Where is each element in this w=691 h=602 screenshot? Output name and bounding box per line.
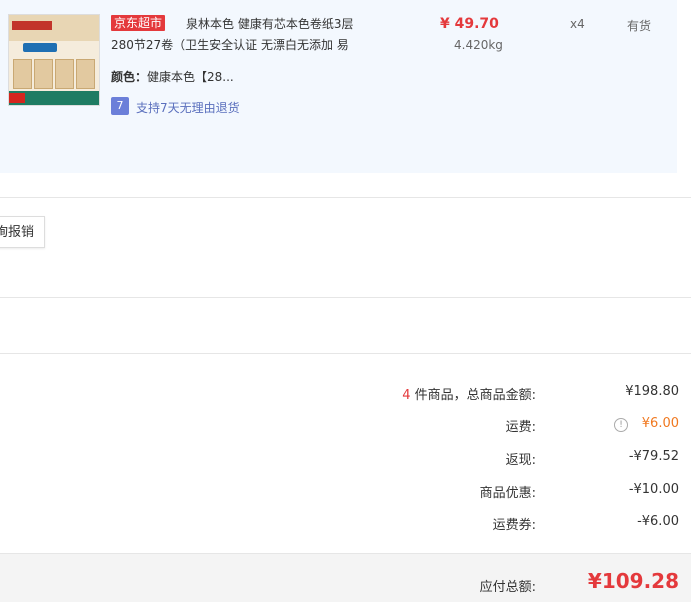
shipping-value: ¥6.00 bbox=[641, 416, 679, 431]
summary-goods-row: 4 件商品，总商品金额: ¥198.80 bbox=[0, 384, 691, 404]
shipping-coupon-value: -¥6.00 bbox=[637, 514, 679, 529]
rebate-label: 返现: bbox=[505, 453, 536, 468]
rebate-value: -¥79.52 bbox=[628, 449, 679, 464]
divider bbox=[0, 353, 691, 354]
divider bbox=[0, 197, 691, 198]
product-thumbnail[interactable] bbox=[8, 14, 100, 106]
payable-label: 应付总额: bbox=[479, 580, 536, 595]
product-price: ¥ 49.70 bbox=[440, 16, 499, 32]
jd-supermarket-badge: 京东超市 bbox=[111, 15, 166, 31]
shipping-label: 运费: bbox=[505, 420, 536, 435]
product-title-line2[interactable]: 280节27卷（卫生安全认证 无漂白无添加 易 bbox=[111, 37, 381, 53]
product-color: 颜色：健康本色【28... bbox=[111, 68, 234, 85]
product-quantity: x4 bbox=[570, 17, 585, 31]
invoice-button[interactable]: 询报销 bbox=[0, 216, 45, 248]
return-policy-text: 支持7天无理由退货 bbox=[136, 101, 240, 115]
goods-total-label: 4 件商品，总商品金额: bbox=[402, 388, 536, 403]
summary-rebate-row: 返现: -¥79.52 bbox=[0, 449, 691, 469]
goods-total-value: ¥198.80 bbox=[625, 384, 679, 399]
summary-discount-row: 商品优惠: -¥10.00 bbox=[0, 482, 691, 502]
payable-value: ¥109.28 bbox=[587, 569, 679, 593]
discount-value: -¥10.00 bbox=[628, 482, 679, 497]
summary-shipping-row: 运费: ! ¥6.00 bbox=[0, 416, 691, 436]
shipping-coupon-label: 运费券: bbox=[492, 518, 536, 533]
color-label: 颜色： bbox=[111, 70, 148, 84]
summary-shipping-coupon-row: 运费券: -¥6.00 bbox=[0, 514, 691, 534]
color-value: 健康本色【28... bbox=[147, 70, 234, 84]
divider bbox=[0, 297, 691, 298]
stock-status: 有货 bbox=[627, 19, 652, 33]
discount-label: 商品优惠: bbox=[479, 486, 536, 501]
seven-day-return-icon: 7 bbox=[111, 97, 129, 115]
payable-total-bar: 应付总额: ¥109.28 bbox=[0, 553, 691, 602]
product-weight: 4.420kg bbox=[454, 38, 503, 52]
info-icon[interactable]: ! bbox=[614, 418, 628, 432]
product-title-line1[interactable]: 泉林本色 健康有芯本色卷纸3层 bbox=[186, 16, 353, 32]
